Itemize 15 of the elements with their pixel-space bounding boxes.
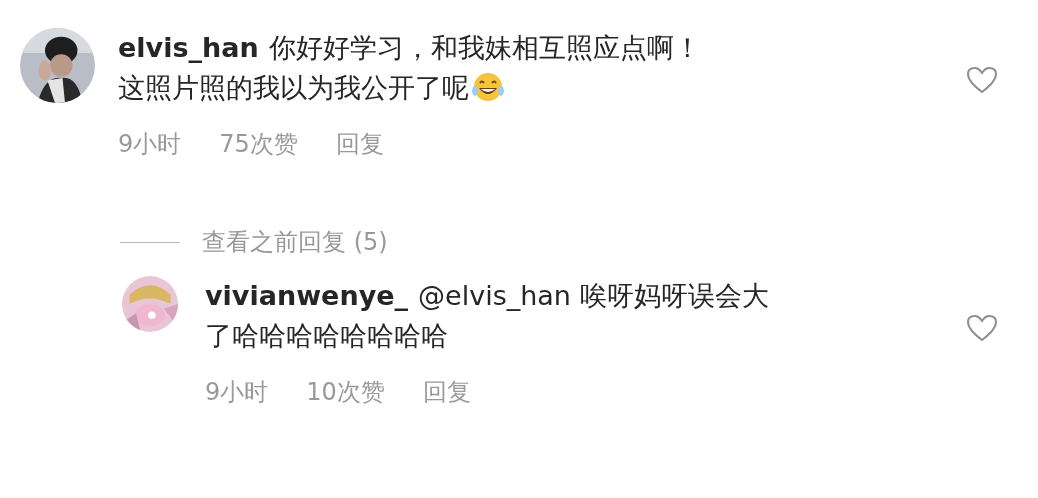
likes-count[interactable]: 75次赞 <box>219 126 298 162</box>
reply-link[interactable]: 回复 <box>422 374 471 410</box>
comment-text: @elvis_han 唉呀妈呀误会大 <box>418 280 769 311</box>
timestamp: 9小时 <box>205 377 269 408</box>
comment-text: 这照片照的我以为我公开了呢 <box>118 72 469 103</box>
view-replies-link[interactable]: 查看之前回复 (5) <box>202 224 388 260</box>
comment-text: 了哈哈哈哈哈哈哈哈 <box>205 320 448 351</box>
timestamp: 9小时 <box>118 129 182 160</box>
heart-icon[interactable] <box>966 66 998 94</box>
username-link[interactable]: vivianwenye_ <box>205 280 409 311</box>
username-link[interactable]: elvis_han <box>118 32 259 63</box>
heart-icon[interactable] <box>966 314 998 342</box>
likes-count[interactable]: 10次赞 <box>306 374 385 410</box>
reply-link[interactable]: 回复 <box>335 126 384 162</box>
comment-text: 你好好学习，和我妹相互照应点啊！ <box>268 32 701 63</box>
